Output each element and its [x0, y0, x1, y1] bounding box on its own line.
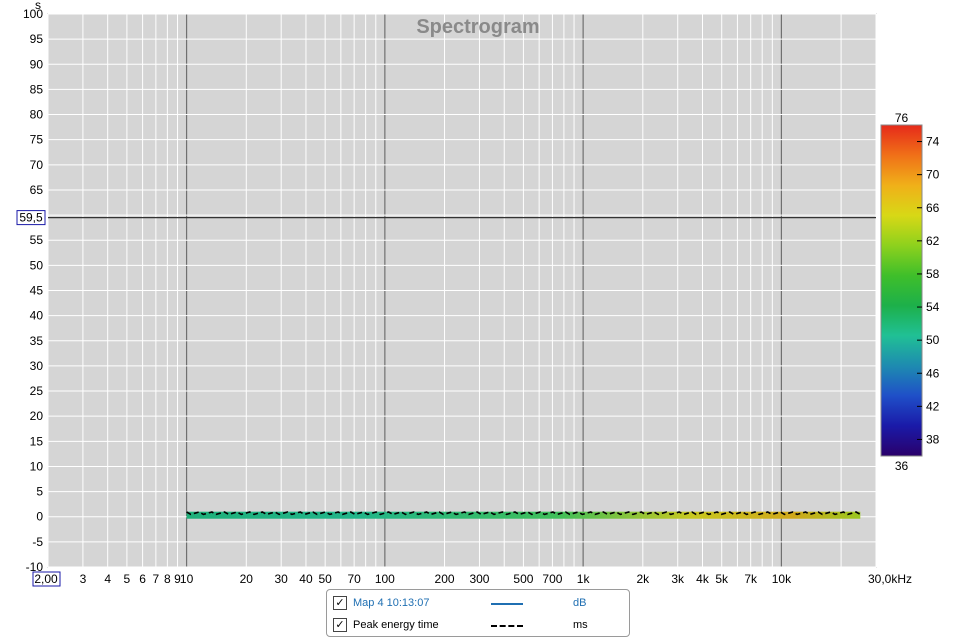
- y-tick-label: 55: [30, 233, 44, 247]
- y-tick-label: 80: [30, 108, 44, 122]
- colorbar-min-label: 36: [895, 459, 909, 473]
- x-tick-label: 100: [375, 572, 395, 586]
- y-tick-label: 40: [30, 309, 44, 323]
- y-tick-label: 15: [30, 434, 44, 448]
- x-tick-label: 40: [299, 572, 313, 586]
- colorbar-tick-label: 42: [926, 399, 940, 413]
- x-tick-label: 5k: [715, 572, 729, 586]
- colorbar-tick-label: 54: [926, 300, 940, 314]
- x-tick-label: 30: [275, 572, 289, 586]
- y-tick-label: 25: [30, 384, 44, 398]
- colorbar-tick-label: 62: [926, 234, 940, 248]
- colorbar-tick-label: 58: [926, 267, 940, 281]
- legend-label-peak-energy: Peak energy time: [353, 619, 439, 631]
- y-tick-label: 10: [30, 459, 44, 473]
- x-tick-label: 2k: [636, 572, 650, 586]
- legend-swatch-peak-energy: [491, 625, 523, 627]
- legend: ✓ Mар 4 10:13:07 dB ✓ Peak energy time m…: [326, 589, 630, 637]
- y-tick-label: 5: [36, 485, 43, 499]
- y-tick-label: 50: [30, 258, 44, 272]
- y-tick-label: 65: [30, 183, 44, 197]
- y-tick-label: 70: [30, 158, 44, 172]
- x-tick-label: 7k: [744, 572, 758, 586]
- x-tick-label: 3k: [671, 572, 685, 586]
- y-tick-label: -5: [32, 535, 43, 549]
- y-tick-label: 95: [30, 32, 44, 46]
- y-axis-unit: s: [35, 0, 41, 12]
- x-tick-label: 20: [240, 572, 254, 586]
- chart-title: Spectrogram: [416, 16, 539, 38]
- spectrogram-chart: 100959085807570655550454035302520151050-…: [16, 0, 940, 587]
- colorbar-tick-label: 70: [926, 168, 940, 182]
- x-tick-label: 1k: [577, 572, 591, 586]
- colorbar-tick-label: 74: [926, 135, 940, 149]
- legend-checkbox-measurement[interactable]: ✓: [333, 596, 347, 610]
- x-tick-label: 4: [104, 572, 111, 586]
- x-tick-label: 6: [139, 572, 146, 586]
- legend-unit-peak-energy: ms: [573, 619, 588, 631]
- y-tick-label: 90: [30, 57, 44, 71]
- cursor-label: 59,5: [19, 211, 43, 225]
- x-tick-label: 500: [513, 572, 533, 586]
- legend-label-measurement: Mар 4 10:13:07: [353, 597, 430, 609]
- y-tick-label: 30: [30, 359, 44, 373]
- x-tick-label: 8: [164, 572, 171, 586]
- colorbar-tick-label: 38: [926, 432, 940, 446]
- y-tick-label: 0: [36, 510, 43, 524]
- x-tick-label: 30,0kHz: [868, 572, 912, 586]
- colorbar-tick-label: 46: [926, 366, 940, 380]
- colorbar-gradient: [880, 124, 923, 457]
- y-tick-label: 45: [30, 284, 44, 298]
- spectrogram-band: [186, 511, 861, 519]
- legend-swatch-measurement: [491, 603, 523, 605]
- legend-item-peak-energy[interactable]: ✓ Peak energy time ms: [333, 616, 623, 636]
- x-tick-label: 200: [435, 572, 455, 586]
- x-start-label: 2,00: [34, 572, 58, 586]
- colorbar-tick-label: 66: [926, 201, 940, 215]
- x-tick-labels: 3 4 5 6 7 8 9 10 20 30 40 50 70 100 200 300 500 700 1k 2k 3k…: [32, 571, 912, 587]
- y-tick-label: 85: [30, 82, 44, 96]
- y-tick-label: 20: [30, 409, 44, 423]
- colorbar: 74 70 66 62 58 54 50 46 42 38 76 36: [880, 111, 940, 473]
- colorbar-tick-label: 50: [926, 333, 940, 347]
- y-tick-label: 35: [30, 334, 44, 348]
- legend-item-measurement[interactable]: ✓ Mар 4 10:13:07 dB: [333, 594, 623, 614]
- x-tick-label: 700: [542, 572, 562, 586]
- x-tick-label: 300: [469, 572, 489, 586]
- x-tick-label: 50: [318, 572, 332, 586]
- x-tick-label: 70: [347, 572, 361, 586]
- y-tick-labels: 100959085807570655550454035302520151050-…: [23, 7, 43, 574]
- x-tick-label: 7: [153, 572, 160, 586]
- x-tick-label: 4k: [696, 572, 710, 586]
- y-tick-label: 75: [30, 133, 44, 147]
- x-tick-label: 5: [124, 572, 131, 586]
- x-tick-label: 10: [180, 572, 194, 586]
- x-tick-label: 3: [80, 572, 87, 586]
- x-tick-label: 10k: [772, 572, 792, 586]
- legend-checkbox-peak-energy[interactable]: ✓: [333, 618, 347, 632]
- colorbar-max-label: 76: [895, 111, 909, 125]
- legend-unit-measurement: dB: [573, 597, 587, 609]
